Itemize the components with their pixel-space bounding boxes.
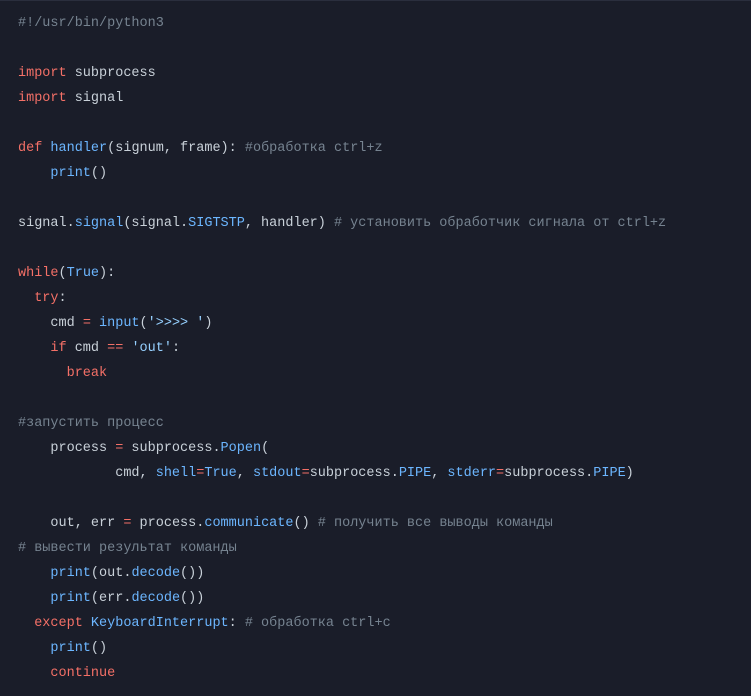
code-content: #!/usr/bin/python3 import subprocess imp… xyxy=(18,16,666,681)
code-block: #!/usr/bin/python3 import subprocess imp… xyxy=(0,0,751,696)
